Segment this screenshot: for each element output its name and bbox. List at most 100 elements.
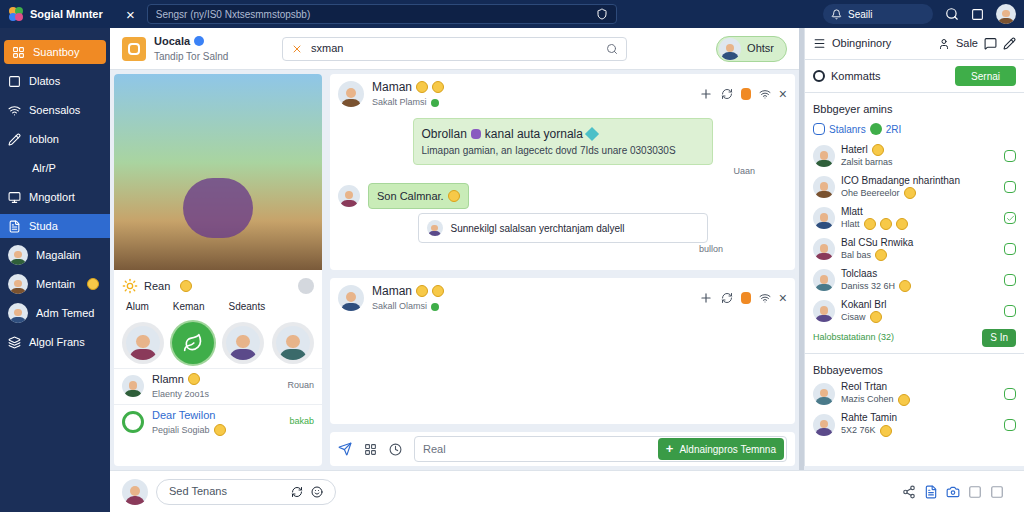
checkbox[interactable]: [1004, 243, 1016, 255]
emoji-icon: [898, 394, 910, 406]
refresh-icon[interactable]: [721, 292, 733, 304]
emoji-icon: [188, 373, 200, 385]
add-icon[interactable]: [699, 87, 713, 101]
checkbox[interactable]: [1004, 181, 1016, 193]
camera-icon[interactable]: [946, 485, 960, 499]
emoji-icon: [432, 81, 444, 93]
contact-row[interactable]: ICO Bmadange nharinthanOhe Beereelor: [805, 172, 1024, 203]
dismiss-icon[interactable]: [298, 278, 314, 294]
square-icon[interactable]: [968, 485, 982, 499]
user-icon[interactable]: [938, 38, 950, 50]
contact-row[interactable]: Bal CSu RnwikaBal bas: [805, 234, 1024, 265]
sign-in-button[interactable]: S In: [982, 329, 1016, 347]
panel-tab[interactable]: Sale: [956, 35, 978, 52]
sidebar-item[interactable]: Ioblon: [0, 127, 110, 151]
file-icon[interactable]: [924, 485, 938, 499]
tag-icon[interactable]: [741, 88, 751, 100]
close-button[interactable]: ×: [126, 7, 135, 22]
checkbox[interactable]: [813, 123, 825, 135]
header-search[interactable]: sxman: [282, 37, 627, 61]
contact-row[interactable]: Kokanl BrlCisaw: [805, 296, 1024, 327]
message-icon[interactable]: [984, 37, 997, 50]
message-input[interactable]: Real+Aldnaingpros Temnna: [414, 436, 787, 462]
checkbox[interactable]: [1004, 274, 1016, 286]
smile-icon[interactable]: [311, 486, 323, 498]
checkbox[interactable]: [1004, 150, 1016, 162]
emoji-icon: [870, 311, 882, 323]
stories: ReanAlumKemanSdeants: [114, 270, 322, 368]
checkbox[interactable]: [1004, 212, 1016, 224]
message-card[interactable]: Obrollankanal auta yornalaLimapan gamian…: [413, 118, 713, 165]
chat-card: MamanSakalt Plamsi×Obrollankanal auta yo…: [330, 74, 795, 270]
contact-avatar: [813, 145, 835, 167]
chat-avatar: [338, 81, 364, 107]
game-picture: [114, 74, 322, 270]
signal-icon[interactable]: [759, 88, 771, 100]
window-icon[interactable]: [971, 8, 984, 21]
grid-icon[interactable]: [364, 443, 377, 456]
search-field[interactable]: Seaili: [823, 4, 933, 24]
sidebar-item[interactable]: Soensalos: [0, 98, 110, 122]
clock-icon[interactable]: [389, 443, 402, 456]
menu-icon[interactable]: [813, 37, 826, 50]
story-avatar[interactable]: [272, 322, 314, 364]
emoji-icon: [448, 190, 460, 202]
edit-icon[interactable]: [1003, 37, 1016, 50]
sidebar-item[interactable]: Alr/P: [0, 156, 110, 180]
share-icon[interactable]: [902, 485, 916, 499]
composer-button[interactable]: +Aldnaingpros Temnna: [658, 438, 784, 460]
sidebar-item[interactable]: Magalain: [0, 243, 110, 267]
contact-row[interactable]: Reol TrtanMazis Cohen: [805, 378, 1024, 409]
story-tab[interactable]: Alum: [126, 299, 149, 314]
contact-row[interactable]: TolclaasDaniss 32 6H: [805, 265, 1024, 296]
story-tab[interactable]: Keman: [173, 299, 205, 314]
story-avatar[interactable]: [222, 322, 264, 364]
app: Sogial Mnnter×Sengsr (ny/IS0 Nxtsesmmsto…: [0, 0, 1024, 512]
emoji-icon: [880, 218, 892, 230]
radio[interactable]: [813, 70, 825, 82]
story-face: [226, 326, 260, 360]
bottom-input[interactable]: Sed Tenans: [156, 479, 336, 505]
send-icon[interactable]: [338, 442, 352, 456]
clear-icon[interactable]: [291, 43, 303, 55]
feed-ring-icon: [122, 411, 144, 433]
panel-button[interactable]: Sernai: [955, 66, 1016, 86]
close-button[interactable]: ×: [779, 288, 787, 309]
search-icon[interactable]: [606, 43, 618, 55]
contact-row[interactable]: MlattHlatt: [805, 203, 1024, 234]
contact-row[interactable]: Rahte Tamin5X2 76K: [805, 409, 1024, 440]
refresh-icon[interactable]: [291, 486, 303, 498]
menu-icon: [12, 46, 25, 59]
checkbox[interactable]: [1004, 388, 1016, 400]
address-field[interactable]: Sengsr (ny/IS0 Nxtsesmmstopsbb): [147, 4, 617, 24]
contact-avatar: [813, 176, 835, 198]
emoji-icon: [180, 280, 192, 292]
square-icon[interactable]: [990, 485, 1004, 499]
sidebar-item[interactable]: Mngotlort: [0, 185, 110, 209]
signal-icon[interactable]: [759, 292, 771, 304]
sidebar-item[interactable]: Mentain: [0, 272, 110, 296]
search-icon[interactable]: [945, 7, 959, 21]
feed-item[interactable]: RlamnElaenty 2oo1sRouan: [114, 368, 322, 404]
header-button[interactable]: Ohtsr: [716, 36, 787, 62]
add-icon[interactable]: [699, 291, 713, 305]
story-avatar[interactable]: [122, 322, 164, 364]
contact-row[interactable]: HaterlZalsit barnas: [805, 141, 1024, 172]
close-button[interactable]: ×: [779, 84, 787, 105]
feed-item[interactable]: Dear TewilonPegiali Sogiabbakab: [114, 404, 322, 440]
story-avatar[interactable]: [172, 322, 214, 364]
tag-icon[interactable]: [741, 292, 751, 304]
sidebar-item[interactable]: Dlatos: [0, 69, 110, 93]
sidebar-item[interactable]: Adm Temed: [0, 301, 110, 325]
checkbox[interactable]: [1004, 305, 1016, 317]
quoted-message[interactable]: Sunnekilgl salalsan yerchtanjam dalyell: [418, 213, 708, 243]
refresh-icon[interactable]: [721, 88, 733, 100]
section-title: Bbbgeyer amins: [805, 93, 1024, 118]
story-tab[interactable]: Sdeants: [228, 299, 265, 314]
sidebar-item[interactable]: Algol Frans: [0, 330, 110, 354]
checkbox[interactable]: [1004, 419, 1016, 431]
sidebar-item[interactable]: Studa: [0, 214, 110, 238]
emoji-icon: [416, 285, 428, 297]
sidebar-item[interactable]: Suantboy: [4, 40, 106, 64]
message-bubble[interactable]: Son Calmnar.: [368, 183, 469, 210]
